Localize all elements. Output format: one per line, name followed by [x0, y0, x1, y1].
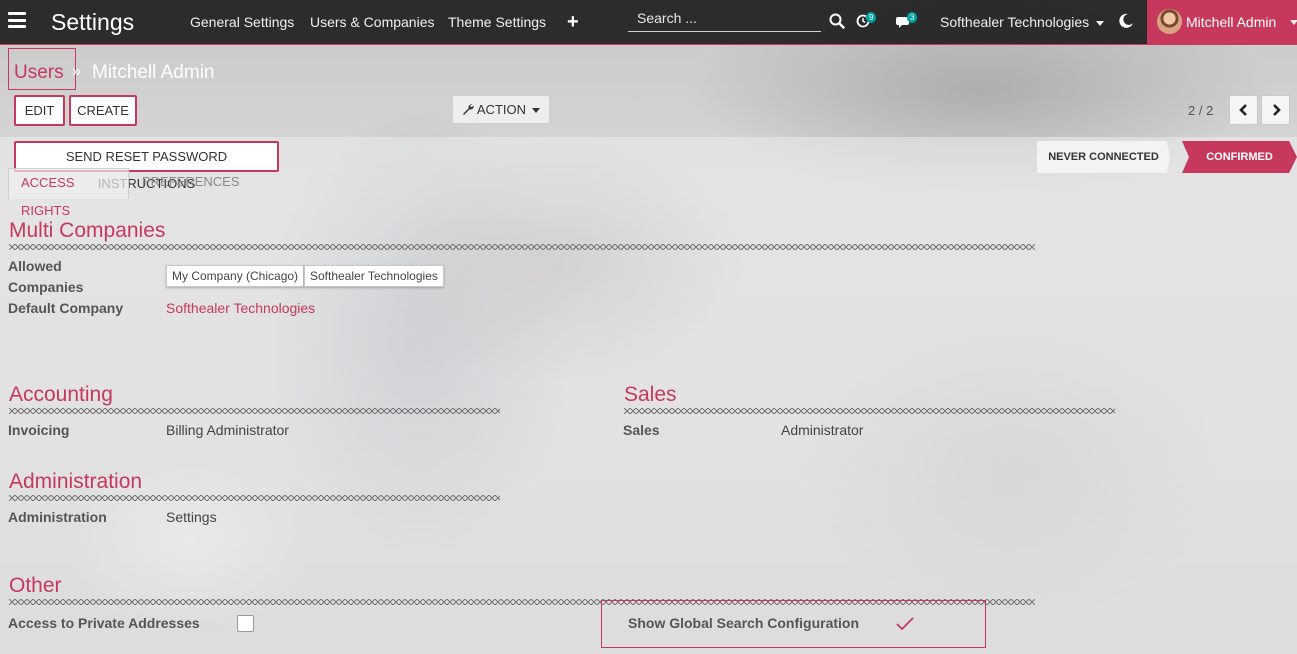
section-title-accounting: Accounting: [9, 383, 113, 406]
section-title-administration: Administration: [9, 470, 143, 493]
company-switcher[interactable]: Softhealer Technologies: [940, 14, 1105, 30]
create-button[interactable]: CREATE: [69, 95, 137, 126]
invoicing-value[interactable]: Billing Administrator: [166, 422, 289, 438]
pager-previous-button[interactable]: [1229, 95, 1258, 125]
tab-preferences[interactable]: PREFERENCES: [130, 168, 252, 199]
menu-users-companies[interactable]: Users & Companies: [310, 14, 435, 30]
chevron-left-icon: [1239, 104, 1247, 116]
app-title: Settings: [51, 9, 135, 35]
search-input[interactable]: [628, 4, 821, 32]
section-divider: [9, 495, 500, 501]
stage-confirmed[interactable]: CONFIRMED: [1182, 141, 1297, 173]
wrench-icon: [462, 104, 474, 115]
default-company-label: Default Company: [8, 300, 124, 316]
section-title-multi-companies: Multi Companies: [9, 219, 166, 242]
breadcrumb-separator: »: [72, 63, 81, 80]
pager-next-button[interactable]: [1261, 95, 1290, 125]
chevron-down-icon: [1096, 20, 1105, 26]
private-addresses-label: Access to Private Addresses: [8, 615, 200, 631]
plus-icon[interactable]: +: [567, 11, 579, 34]
sales-value[interactable]: Administrator: [781, 422, 863, 438]
section-divider: [9, 244, 1035, 250]
administration-label: Administration: [8, 509, 107, 525]
administration-value[interactable]: Settings: [166, 509, 217, 525]
section-title-other: Other: [9, 574, 62, 597]
private-addresses-checkbox[interactable]: [237, 615, 254, 632]
global-search-label: Show Global Search Configuration: [628, 615, 860, 631]
allowed-company-tag[interactable]: My Company (Chicago): [166, 265, 305, 287]
action-label: ACTION: [476, 102, 527, 117]
allowed-companies-label: Allowed Companies: [8, 258, 84, 295]
search-icon[interactable]: [829, 13, 845, 29]
top-navbar: Settings General Settings Users & Compan…: [0, 0, 1297, 45]
user-name: Mitchell Admin: [1186, 14, 1277, 30]
breadcrumb-current: Mitchell Admin: [92, 62, 215, 83]
company-name: Softhealer Technologies: [940, 14, 1090, 30]
chevron-down-icon: [532, 108, 541, 114]
section-title-sales: Sales: [624, 383, 677, 406]
action-dropdown-button[interactable]: ACTION: [452, 95, 550, 124]
moon-icon[interactable]: [1117, 12, 1135, 30]
avatar: [1157, 9, 1182, 34]
default-company-link[interactable]: Softhealer Technologies: [166, 300, 315, 316]
section-divider: [9, 408, 500, 414]
sales-label: Sales: [623, 422, 660, 438]
breadcrumb-users-link[interactable]: Users: [14, 62, 64, 84]
user-menu[interactable]: Mitchell Admin: [1147, 0, 1297, 45]
invoicing-label: Invoicing: [8, 422, 70, 438]
menu-toggle-icon[interactable]: [8, 12, 26, 28]
chevron-down-icon: [1290, 20, 1297, 25]
menu-theme-settings[interactable]: Theme Settings: [448, 14, 546, 30]
tab-access-rights[interactable]: ACCESS RIGHTS: [8, 168, 129, 218]
section-divider: [624, 408, 1115, 414]
messages-badge: 3: [907, 12, 918, 23]
checkmark-icon[interactable]: [895, 616, 915, 632]
stage-never-connected[interactable]: NEVER CONNECTED: [1037, 141, 1170, 173]
allowed-company-tag[interactable]: Softhealer Technologies: [304, 265, 444, 287]
activity-badge: 9: [866, 12, 877, 23]
menu-general-settings[interactable]: General Settings: [190, 14, 294, 30]
pager-value[interactable]: 2 / 2: [1188, 103, 1213, 118]
edit-button[interactable]: EDIT: [14, 95, 65, 126]
chevron-right-icon: [1273, 104, 1281, 116]
